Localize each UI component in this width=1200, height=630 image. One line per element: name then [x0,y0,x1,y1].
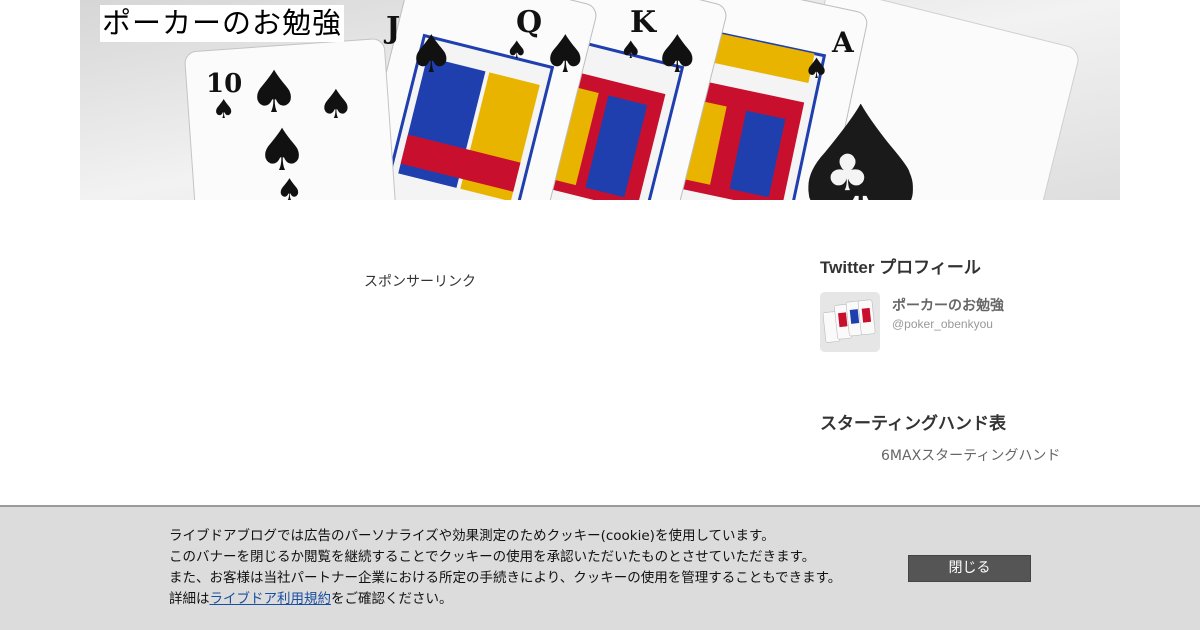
svg-text:♠: ♠ [318,82,354,128]
cookie-line-4-suffix: をご確認ください。 [331,591,453,607]
cookie-line-2: このバナーを閉じるか閲覧を継続することでクッキーの使用を承認いただいたものとさせ… [169,549,816,565]
svg-text:♣: ♣ [825,144,870,200]
twitter-profile-heading: Twitter プロフィール [820,258,981,277]
starting-hand-link[interactable]: 6MAXスターティングハンド [881,447,1060,465]
rank-Q: Q [516,5,542,40]
cookie-line-4-prefix: 詳細は [169,591,210,607]
svg-text:♠: ♠ [408,25,455,85]
rank-K: K [630,5,657,40]
starting-hand-heading: スターティングハンド表 [820,414,1006,433]
svg-text:♠: ♠ [506,36,528,64]
svg-text:♠: ♠ [212,95,235,125]
avatar[interactable] [820,292,880,352]
twitter-handle[interactable]: @poker_obenkyou [892,317,993,332]
header-banner[interactable]: 10 ♠ ♠ ♠ ♠ ♠ J ♠ Q ♠ ♠ K ♠ ♠ A ♠ ♠ ♣ ポーカ… [80,0,1120,200]
cookie-consent-banner: ライブドアブログでは広告のパーソナライズや効果測定のためクッキー(cookie)… [0,505,1200,630]
twitter-display-name[interactable]: ポーカーのお勉強 [892,297,1004,315]
avatar-cards-icon [820,292,880,352]
cookie-line-4: 詳細はライブドア利用規約をご確認ください。 [169,589,889,610]
cookie-line-1: ライブドアブログでは広告のパーソナライズや効果測定のためクッキー(cookie)… [169,528,775,544]
sponsor-label: スポンサーリンク [364,274,476,290]
site-title[interactable]: ポーカーのお勉強 [100,5,345,42]
svg-text:♠: ♠ [276,173,303,200]
svg-text:♠: ♠ [542,25,589,85]
svg-text:♠: ♠ [620,36,642,64]
terms-link[interactable]: ライブドア利用規約 [210,591,332,607]
rank-J: J [383,11,400,46]
cookie-line-3: また、お客様は当社パートナー企業における所定の手続きにより、クッキーの使用を管理… [169,570,842,586]
cookie-notice-text: ライブドアブログでは広告のパーソナライズや効果測定のためクッキー(cookie)… [169,526,889,610]
svg-text:♠: ♠ [654,25,701,85]
close-button[interactable]: 閉じる [908,555,1031,582]
rank-A: A [831,26,855,59]
twitter-profile-card[interactable]: ポーカーのお勉強 @poker_obenkyou [820,292,1080,352]
